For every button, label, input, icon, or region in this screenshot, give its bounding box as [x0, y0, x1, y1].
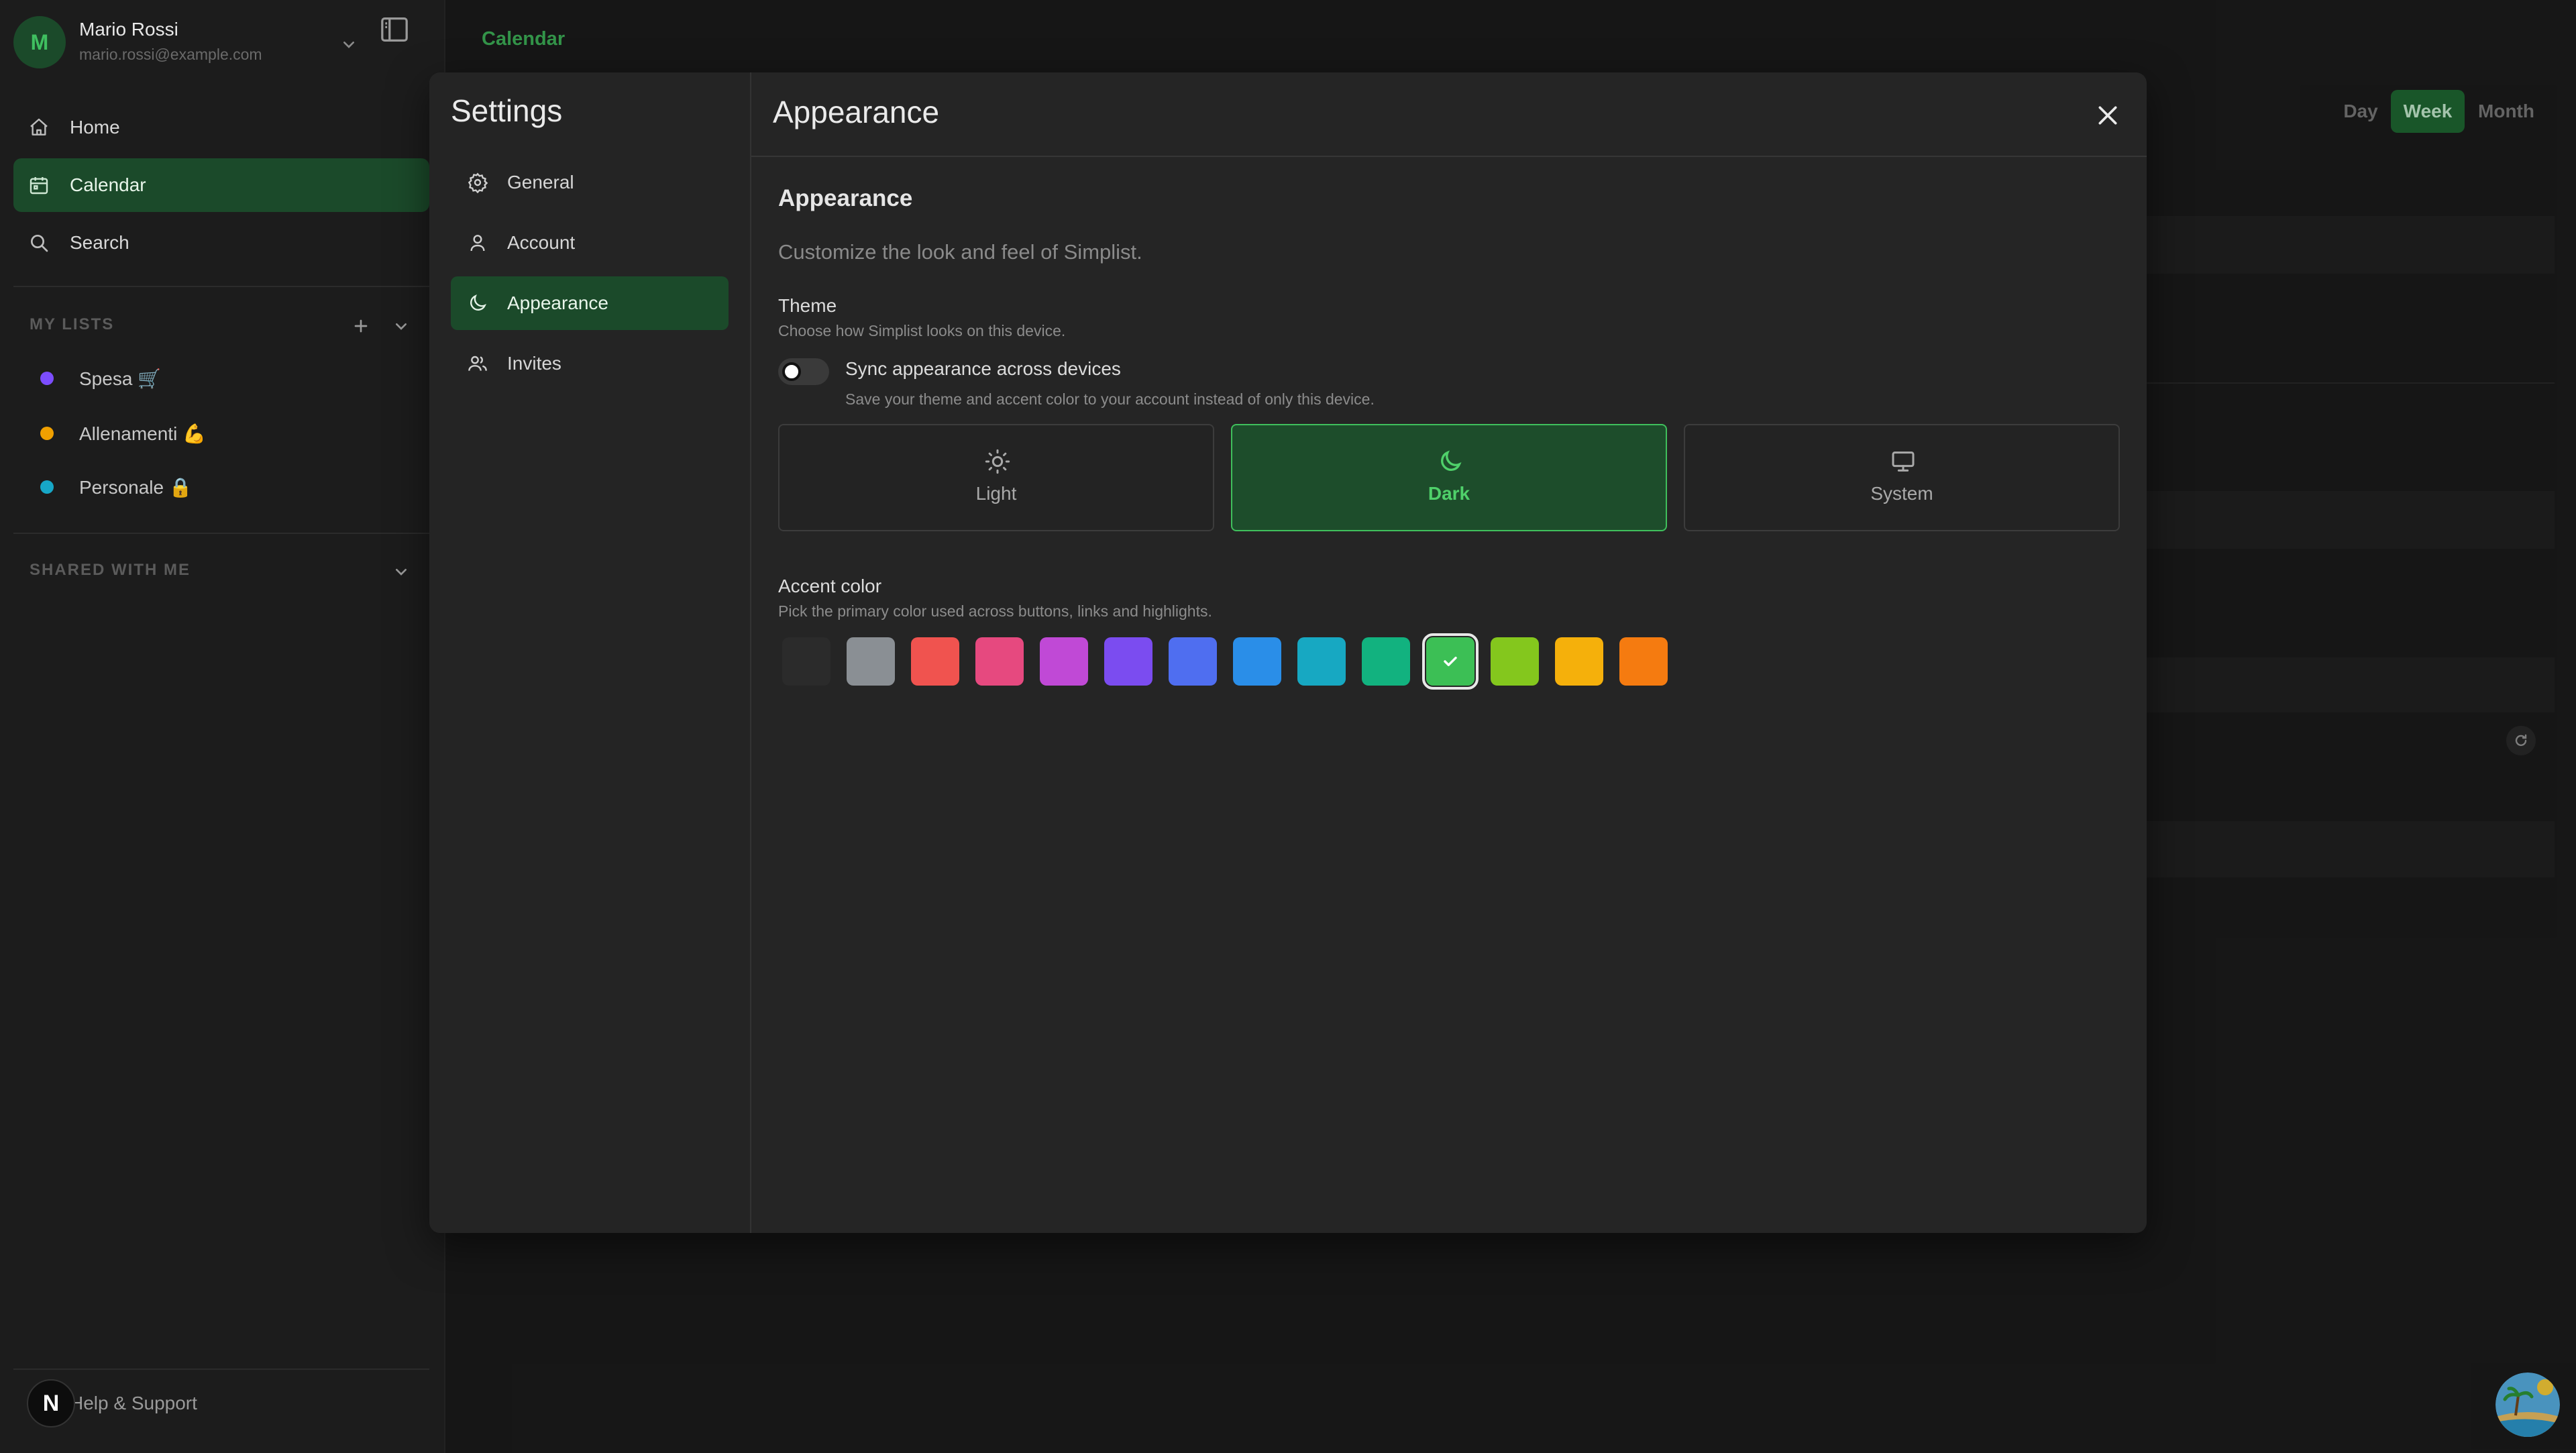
avatar: M — [13, 16, 66, 68]
accent-swatch[interactable] — [847, 637, 895, 686]
settings-nav-appearance[interactable]: Appearance — [451, 276, 729, 330]
accent-swatch[interactable] — [1104, 637, 1152, 686]
settings-header-title: Appearance — [773, 95, 940, 129]
list-color-dot — [40, 427, 54, 440]
list-item[interactable]: Allenamenti 💪 — [40, 413, 206, 453]
sidebar: M Mario Rossi mario.rossi@example.com Ho… — [0, 0, 445, 1453]
settings-nav-general[interactable]: General — [451, 156, 729, 209]
theme-option-dark[interactable]: Dark — [1231, 424, 1667, 531]
chevron-down-icon — [338, 34, 360, 55]
accent-swatch[interactable] — [1297, 637, 1346, 686]
accent-swatch[interactable] — [1422, 633, 1479, 690]
accent-swatch[interactable] — [975, 637, 1024, 686]
gear-icon — [467, 172, 488, 193]
theme-label: Theme — [778, 295, 837, 316]
accent-swatch[interactable] — [911, 637, 959, 686]
home-icon — [28, 117, 50, 138]
settings-nav-invites[interactable]: Invites — [451, 337, 729, 390]
accent-swatch[interactable] — [1555, 637, 1603, 686]
settings-nav-label: General — [507, 172, 574, 193]
sidebar-item-search[interactable]: Search — [13, 216, 429, 270]
accent-swatch[interactable] — [1619, 637, 1668, 686]
search-icon — [28, 232, 50, 254]
settings-sidebar: Settings General Account Appearance Invi… — [429, 72, 751, 1233]
user-name: Mario Rossi — [79, 19, 178, 40]
help-support-label: Help & Support — [70, 1393, 197, 1413]
sidebar-item-label: Home — [70, 117, 120, 138]
accent-description: Pick the primary color used across butto… — [778, 602, 1212, 620]
user-menu[interactable]: M Mario Rossi mario.rossi@example.com — [13, 13, 429, 71]
my-lists-title: MY LISTS — [30, 315, 115, 333]
sidebar-toggle-icon[interactable] — [380, 16, 409, 43]
settings-nav-label: Account — [507, 232, 576, 253]
sidebar-item-calendar[interactable]: Calendar — [13, 158, 429, 212]
list-item-label: Personale 🔒 — [79, 476, 193, 498]
accent-swatch[interactable] — [782, 637, 830, 686]
accent-swatch[interactable] — [1233, 637, 1281, 686]
list-item[interactable]: Personale 🔒 — [40, 467, 193, 507]
sidebar-item-label: Calendar — [70, 174, 146, 195]
section-title: Appearance — [778, 185, 913, 211]
sun-icon — [984, 448, 1011, 475]
list-color-dot — [40, 372, 54, 385]
sync-description: Save your theme and accent color to your… — [845, 390, 1375, 408]
dev-badge[interactable]: N — [27, 1379, 75, 1428]
settings-nav-label: Invites — [507, 353, 561, 374]
moon-icon — [467, 292, 488, 314]
chevron-down-icon[interactable] — [390, 561, 412, 582]
accent-swatch[interactable] — [1169, 637, 1217, 686]
theme-option-label: System — [1870, 483, 1933, 504]
settings-title: Settings — [451, 93, 563, 128]
accent-label: Accent color — [778, 576, 882, 596]
sync-appearance-toggle[interactable] — [778, 358, 829, 385]
divider — [13, 533, 429, 534]
toggle-knob — [782, 362, 801, 381]
accent-swatch[interactable] — [1040, 637, 1088, 686]
check-icon — [1440, 651, 1461, 672]
help-support-button[interactable]: Help & Support N — [27, 1377, 295, 1428]
list-item[interactable]: Spesa 🛒 — [40, 358, 161, 398]
divider — [13, 1368, 429, 1370]
theme-option-system[interactable]: System — [1684, 424, 2120, 531]
user-icon — [467, 232, 488, 254]
monitor-icon — [1890, 448, 1917, 475]
chevron-down-icon[interactable] — [390, 315, 412, 337]
close-icon — [2094, 102, 2121, 129]
settings-content: Appearance Appearance Customize the look… — [751, 72, 2147, 1233]
sync-label: Sync appearance across devices — [845, 358, 1121, 379]
accent-swatch[interactable] — [1491, 637, 1539, 686]
theme-option-light[interactable]: Light — [778, 424, 1214, 531]
moon-icon — [1437, 448, 1464, 475]
section-description: Customize the look and feel of Simplist. — [778, 240, 1142, 264]
sidebar-item-home[interactable]: Home — [13, 101, 429, 154]
shared-with-me-title: SHARED WITH ME — [30, 561, 191, 579]
settings-nav-label: Appearance — [507, 292, 609, 313]
list-item-label: Spesa 🛒 — [79, 368, 162, 389]
sidebar-item-label: Search — [70, 232, 129, 253]
settings-nav-account[interactable]: Account — [451, 216, 729, 270]
theme-description: Choose how Simplist looks on this device… — [778, 322, 1066, 339]
theme-option-label: Dark — [1428, 483, 1470, 504]
user-email: mario.rossi@example.com — [79, 46, 262, 63]
calendar-icon — [28, 174, 50, 196]
list-color-dot — [40, 480, 54, 494]
theme-option-label: Light — [975, 483, 1017, 504]
close-button[interactable] — [2090, 98, 2125, 133]
settings-dialog: Settings General Account Appearance Invi… — [429, 72, 2147, 1233]
list-item-label: Allenamenti 💪 — [79, 423, 206, 444]
divider — [751, 156, 2147, 157]
users-icon — [467, 353, 488, 374]
accent-swatch[interactable] — [1362, 637, 1410, 686]
divider — [13, 286, 429, 287]
add-list-icon[interactable] — [350, 315, 372, 337]
